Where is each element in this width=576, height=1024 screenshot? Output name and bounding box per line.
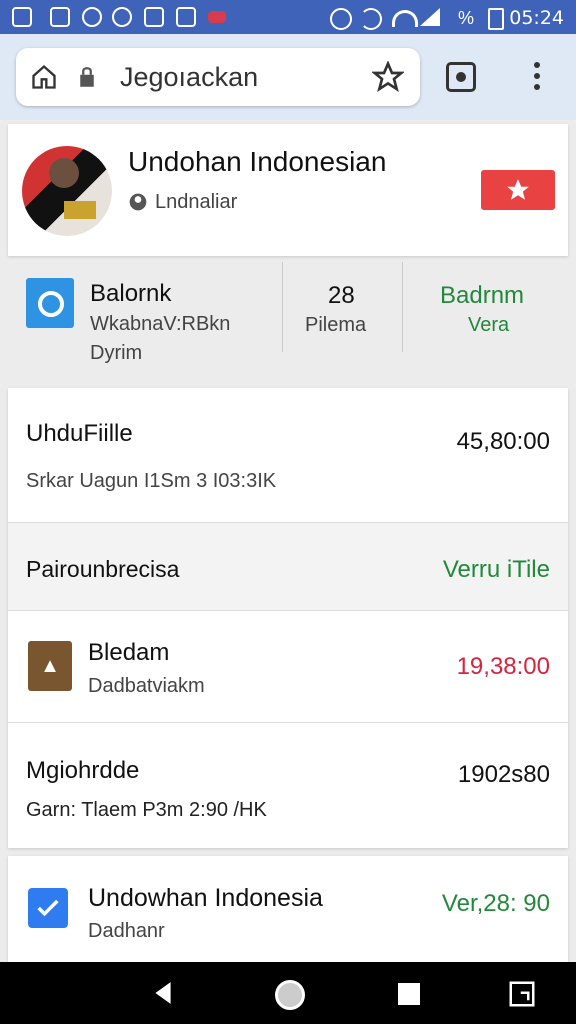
home-icon[interactable] bbox=[30, 63, 58, 91]
menu-dot-icon bbox=[534, 62, 540, 68]
list-item-value: Verru iTile bbox=[442, 556, 550, 583]
clock-icon bbox=[112, 7, 132, 27]
white-star-icon bbox=[507, 179, 529, 200]
summary-left-line2: Dyrim bbox=[90, 342, 143, 364]
bottom-card: Undowhan Indonesia Dadhanr Ver,28: 90 bbox=[8, 856, 568, 962]
bottom-subtitle: Dadhanr bbox=[88, 920, 165, 942]
recents-button-icon[interactable] bbox=[398, 983, 420, 1005]
list-item[interactable]: ▲ Bledam 19,38:00 Dadbatviakm bbox=[8, 610, 568, 723]
screen-rotate-icon[interactable] bbox=[507, 979, 537, 1009]
menu-dot-icon bbox=[534, 84, 540, 90]
summary-bar: Balornk WkabnaV:RBkn Dyrim 28 Pilema Baԁ… bbox=[8, 258, 568, 364]
photo-icon bbox=[176, 7, 196, 27]
url-text[interactable]: Jegoıackan bbox=[120, 62, 258, 93]
status-bar: % 05:24 bbox=[0, 0, 576, 34]
gear-icon bbox=[38, 291, 64, 317]
browser-toolbar: Jegoıackan bbox=[0, 34, 576, 120]
checkbox[interactable] bbox=[28, 888, 68, 928]
app-icon bbox=[144, 7, 164, 27]
message-icon bbox=[82, 7, 102, 27]
list-item-subtitle: Garn: Tlaem P3m 2:90 /HK bbox=[26, 799, 267, 821]
list-item-title: Pairounbrecisa bbox=[26, 556, 180, 582]
bottom-title: Undowhan Indonesia bbox=[88, 884, 323, 912]
summary-left-title: Balornk bbox=[90, 280, 172, 307]
list-item[interactable]: Mgiohrdde 1902s80 Garn: Tlaem P3m 2:90 /… bbox=[8, 722, 568, 849]
tabs-icon bbox=[456, 72, 466, 82]
address-bar[interactable]: Jegoıackan bbox=[16, 48, 420, 106]
flag-icon bbox=[208, 11, 226, 23]
page-title: Undohan Indonesian bbox=[128, 146, 387, 177]
sync-icon bbox=[360, 8, 382, 30]
list-item-title: UhduFiille bbox=[26, 420, 133, 447]
tabs-button[interactable] bbox=[446, 62, 476, 92]
lock-icon bbox=[80, 67, 94, 87]
status-time: 05:24 bbox=[509, 7, 564, 29]
image-icon bbox=[50, 7, 70, 27]
list-item-title: Mgiohrdde bbox=[26, 757, 140, 784]
vibrate-icon bbox=[330, 8, 352, 30]
list-item-value: 1902s80 bbox=[457, 761, 550, 788]
book-icon bbox=[64, 201, 96, 219]
bookmark-star-icon[interactable] bbox=[372, 61, 404, 93]
android-nav-bar bbox=[0, 962, 576, 1024]
summary-middle-label: Pilema bbox=[305, 314, 367, 336]
list-item-value: 45,80:00 bbox=[456, 428, 550, 455]
menu-button[interactable] bbox=[534, 62, 542, 94]
favorite-button[interactable] bbox=[481, 170, 555, 210]
battery-percent-icon: % bbox=[458, 8, 475, 28]
wifi-icon bbox=[392, 10, 418, 27]
list-item-subtitle: Srkar Uagun I1Sm 3 I03:3IK bbox=[26, 470, 277, 492]
list-item-subtitle: Dadbatviakm bbox=[88, 675, 205, 697]
list-item[interactable]: Pairounbrecisa Verru iTile bbox=[8, 522, 568, 611]
list-item[interactable]: UhduFiille 45,80:00 Srkar Uagun I1Sm 3 I… bbox=[8, 388, 568, 522]
person-icon bbox=[49, 158, 79, 188]
list-item-title: Bledam bbox=[88, 639, 170, 666]
summary-right-value: Baԁrnm bbox=[440, 282, 525, 309]
blue-app-icon[interactable] bbox=[26, 278, 74, 328]
summary-divider bbox=[282, 262, 283, 352]
checkmark-icon bbox=[37, 899, 59, 917]
list-item-value: 19,38:00 bbox=[456, 653, 550, 680]
summary-middle-value: 28 bbox=[328, 282, 355, 309]
summary-divider bbox=[402, 262, 403, 352]
profile-card: Undohan Indonesian Lndnaliar bbox=[8, 124, 568, 256]
profile-avatar[interactable] bbox=[22, 146, 112, 236]
details-card: UhduFiille 45,80:00 Srkar Uagun I1Sm 3 I… bbox=[8, 388, 568, 848]
back-button-icon[interactable] bbox=[150, 980, 176, 1006]
summary-left-line1: WkabnaV:RBkn bbox=[90, 313, 231, 335]
warning-app-icon: ▲ bbox=[28, 641, 72, 691]
battery-icon bbox=[488, 8, 504, 30]
home-button-icon[interactable] bbox=[275, 980, 305, 1010]
page-subtitle: Lndnaliar bbox=[155, 191, 238, 213]
bottom-value: Ver,28: 90 bbox=[441, 890, 550, 917]
signal-icon bbox=[420, 8, 440, 26]
summary-right-label: Vera bbox=[468, 314, 510, 336]
verified-icon bbox=[129, 193, 147, 211]
menu-dot-icon bbox=[534, 73, 540, 79]
notification-icon bbox=[12, 7, 32, 27]
